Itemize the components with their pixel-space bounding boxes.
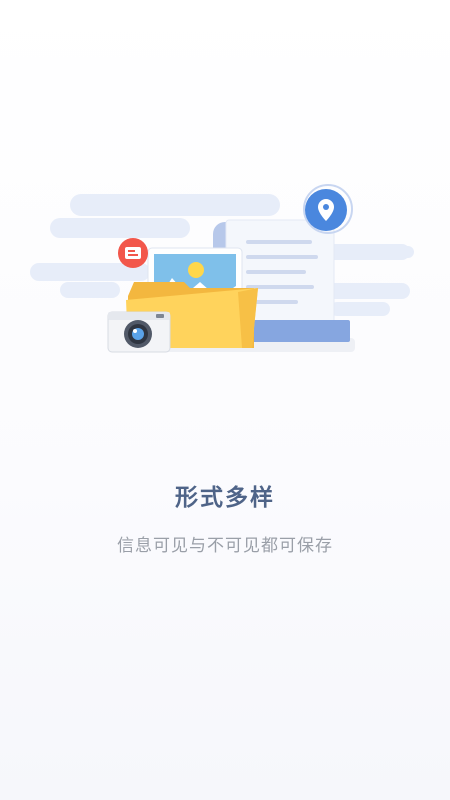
- camera-icon: [107, 311, 171, 353]
- page-subtitle: 信息可见与不可见都可保存: [117, 536, 333, 556]
- page-title: 形式多样: [175, 485, 275, 511]
- location-pin-icon: [303, 184, 353, 234]
- onboarding-illustration: [30, 184, 414, 353]
- card-icon: [118, 238, 148, 268]
- onboarding-screen[interactable]: 形式多样 信息可见与不可见都可保存: [0, 0, 450, 800]
